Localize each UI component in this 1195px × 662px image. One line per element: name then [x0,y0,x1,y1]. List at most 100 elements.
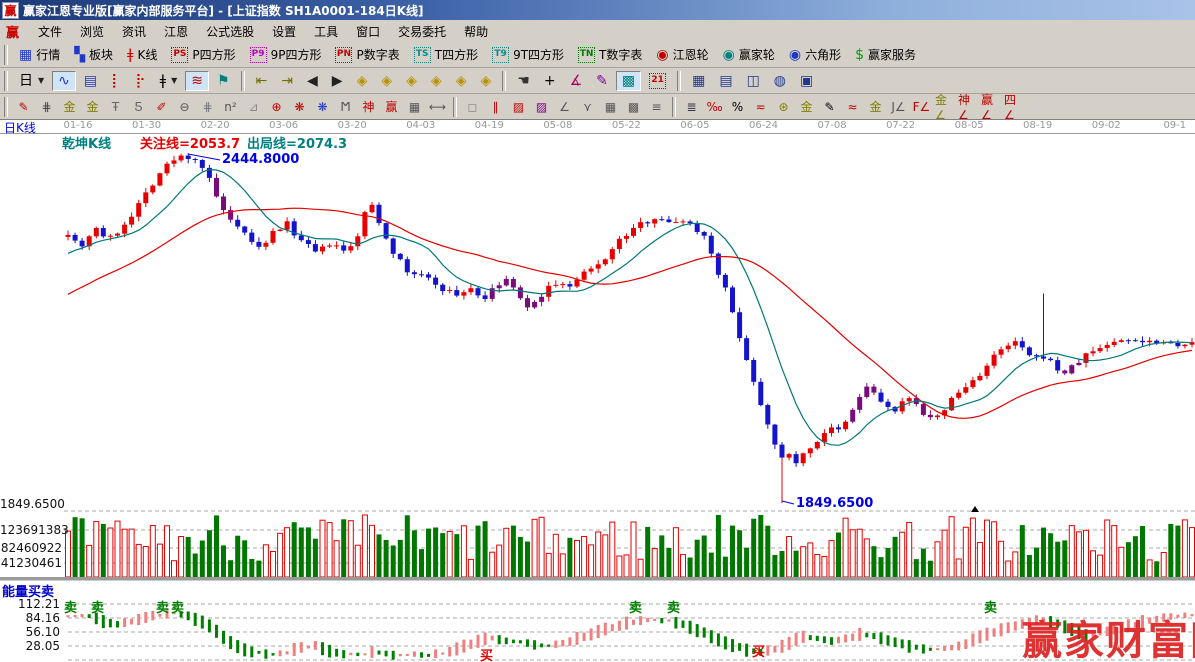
print-button[interactable]: ▣ [794,71,819,91]
box-fan-purple-tool[interactable]: ▨ [531,96,552,118]
menu-item-4[interactable]: 公式选股 [197,21,263,42]
bars9-button[interactable]: ⡗ [129,71,151,91]
grid2-tool[interactable]: ▦ [600,96,621,118]
shift-right-button[interactable]: ◈ [375,71,398,91]
9t-square-button[interactable]: T99T四方形 [486,43,570,66]
comb-tool[interactable]: ⋕ [197,96,218,118]
9p-square-button[interactable]: P99P四方形 [244,43,328,66]
f-angle-tool[interactable]: F∠ [911,96,932,118]
color-flag-button[interactable]: ⚑ [211,71,236,91]
pen-tool[interactable]: ✎ [13,96,34,118]
percent-tool[interactable]: % [727,96,748,118]
single-candle-button[interactable]: ǂ▼ [154,71,184,91]
menu-item-2[interactable]: 资讯 [113,21,155,42]
shen-tool[interactable]: 神 [358,96,379,118]
toolbar-separator [453,97,457,117]
angle-tool[interactable]: ∠ [554,96,575,118]
fan-tool[interactable]: ∥ [485,96,506,118]
diff-tool[interactable]: ≂ [750,96,771,118]
pen2-tool[interactable]: ✐ [151,96,172,118]
kline-button[interactable]: ǂK线 [121,43,163,66]
gann-grid-tool[interactable]: ⋕ [36,96,57,118]
menu-item-5[interactable]: 设置 [263,21,305,42]
m-tool[interactable]: Ϻ [335,96,356,118]
shift-left-button[interactable]: ◈ [351,71,374,91]
t-table-button[interactable]: TNT数字表 [572,43,648,66]
prev-bar-button[interactable]: ◀ [301,71,324,91]
p-table-button[interactable]: PNP数字表 [329,43,405,66]
export-button[interactable]: ◍ [768,71,792,91]
f10-info-button[interactable]: ▤ [78,71,103,91]
f-line-tool[interactable]: Ŧ [105,96,126,118]
date-tick-04-03: 04-03 [399,120,443,131]
box-fan-red-tool[interactable]: ▨ [508,96,529,118]
hexagon-button[interactable]: ◉六角形 [783,43,847,66]
gold-line2-tool[interactable]: 金 [82,96,103,118]
grid3-tool[interactable]: ▩ [623,96,644,118]
minute-chart-button[interactable]: ∿ [52,71,76,91]
hand-drag-button[interactable]: ☚ [511,71,536,91]
ying-angle-tool[interactable]: 赢∠ [980,96,1001,118]
expand-v-button[interactable]: ◈ [450,71,473,91]
first-page-button[interactable]: ⇤ [250,71,274,91]
last-page-button[interactable]: ⇥ [275,71,299,91]
gold-angle-tool[interactable]: 金∠ [934,96,955,118]
four-angle-tool[interactable]: 四∠ [1003,96,1024,118]
parallel-tool[interactable]: ≡ [646,96,667,118]
p-square-button[interactable]: PSP四方形 [165,43,241,66]
menu-item-9[interactable]: 帮助 [455,21,497,42]
period-day-button[interactable]: 日▼ [13,71,50,91]
save-button[interactable]: ◫ [741,71,766,91]
arc-tool[interactable]: ⊿ [243,96,264,118]
gold-s-tool[interactable]: 金 [865,96,886,118]
crosshair-button[interactable]: + [538,71,562,91]
v-tool[interactable]: ⋎ [577,96,598,118]
sectors-button[interactable]: ▚板块 [68,43,119,66]
title-bar[interactable]: 赢 赢家江恩专业版[赢家内部服务平台] - [上证指数 SH1A0001-184… [0,0,1195,20]
winner-wheel-button[interactable]: ◉赢家轮 [717,43,781,66]
j-angle-tool[interactable]: J∠ [888,96,909,118]
measure-button[interactable]: ∡ [564,71,589,91]
memo-button[interactable]: ▤ [713,71,738,91]
brush-tool[interactable]: ✎ [819,96,840,118]
list-tool[interactable]: ≣ [681,96,702,118]
n2-tool[interactable]: n² [220,96,241,118]
box-tool[interactable]: ◻ [462,96,483,118]
gold-line-tool[interactable]: 金 [59,96,80,118]
menu-item-3[interactable]: 江恩 [155,21,197,42]
ruler-tool[interactable]: ▦ [404,96,425,118]
calculator-button[interactable]: ▦ [686,71,711,91]
circle-tool[interactable]: ⊖ [174,96,195,118]
quotes-button[interactable]: ▦行情 [13,43,66,66]
annotate-button[interactable]: ✎ [590,71,614,91]
menu-item-8[interactable]: 交易委托 [389,21,455,42]
web-red-tool[interactable]: ❋ [289,96,310,118]
h-arrow-tool[interactable]: ⟷ [427,96,448,118]
five-tool[interactable]: Ƽ [128,96,149,118]
compass-tool[interactable]: ⊕ [266,96,287,118]
t-square-button[interactable]: TST四方形 [408,43,484,66]
menu-item-6[interactable]: 工具 [305,21,347,42]
web-blue-tool[interactable]: ❋ [312,96,333,118]
menu-item-7[interactable]: 窗口 [347,21,389,42]
chip-distribution-button[interactable]: ≋ [185,71,209,91]
panel-button[interactable]: ▩ [616,71,641,91]
shen-angle-tool[interactable]: 神∠ [957,96,978,118]
bars3-button[interactable]: ⡇ [105,71,127,91]
date-tick-07-08: 07-08 [810,120,854,131]
winner-service-button[interactable]: $赢家服务 [849,43,922,66]
gann-wheel-button[interactable]: ◉江恩轮 [650,43,714,66]
ying-tool[interactable]: 赢 [381,96,402,118]
gold-l-tool[interactable]: 金 [796,96,817,118]
fit-all-button[interactable]: ◈ [474,71,497,91]
compress-h-button[interactable]: ◈ [425,71,448,91]
expand-h-button[interactable]: ◈ [400,71,423,91]
chart-canvas[interactable] [0,133,1195,662]
menu-item-0[interactable]: 文件 [29,21,71,42]
calendar-21-button[interactable]: 21 [643,70,672,92]
gold-circle-tool[interactable]: ⊛ [773,96,794,118]
menu-item-1[interactable]: 浏览 [71,21,113,42]
wave-tool[interactable]: ≈ [842,96,863,118]
next-bar-button[interactable]: ▶ [326,71,349,91]
permille-tool[interactable]: ‰ [704,96,725,118]
